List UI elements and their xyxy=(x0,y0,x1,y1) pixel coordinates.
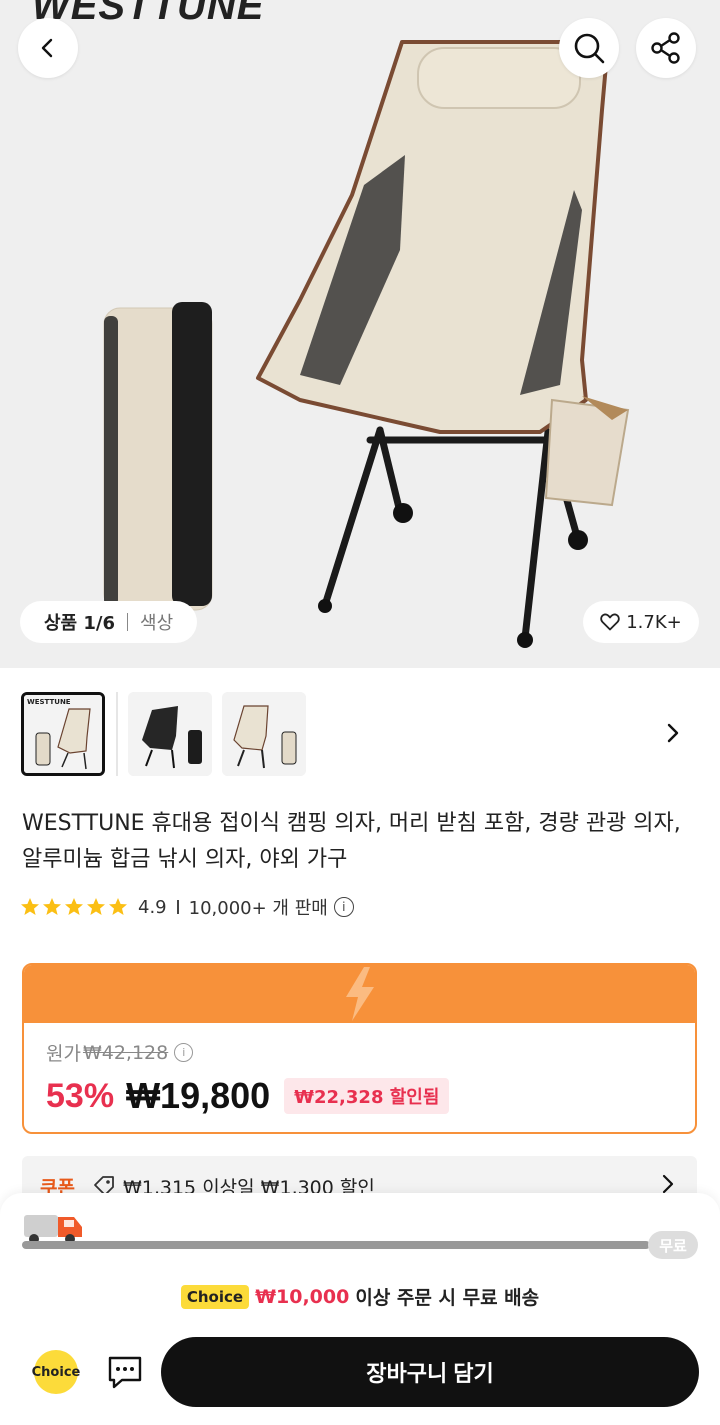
chat-button[interactable] xyxy=(103,1350,147,1394)
back-button[interactable] xyxy=(18,18,78,78)
free-shipping-message: Choice ₩10,000 이상 주문 시 무료 배송 xyxy=(0,1283,720,1310)
price-card: 원가 ₩42,128 i 53% ₩19,800 ₩22,328 할인됨 xyxy=(22,963,697,1134)
original-price: ₩42,128 xyxy=(82,1041,169,1064)
thumbnail-image: WESTTUNE xyxy=(24,695,102,773)
star-icon xyxy=(21,898,39,915)
bottom-sheet: 무료 Choice ₩10,000 이상 주문 시 무료 배송 Choice 장… xyxy=(0,1193,720,1425)
image-counter: 상품 1/6 색상 xyxy=(20,601,198,643)
thumb-brand: WESTTUNE xyxy=(27,698,71,706)
thumbnail-strip: WESTTUNE xyxy=(0,668,720,792)
wishlist-count: 1.7K+ xyxy=(626,611,682,633)
thumbnail-image xyxy=(222,692,306,776)
shipping-message-text: 이상 주문 시 무료 배송 xyxy=(355,1287,540,1309)
original-price-row: 원가 ₩42,128 i xyxy=(46,1039,194,1066)
search-icon xyxy=(574,33,605,64)
star-icon xyxy=(65,898,83,915)
heart-icon xyxy=(600,613,620,631)
sale-price: ₩19,800 xyxy=(126,1075,271,1116)
rating-value: 4.9 xyxy=(138,896,167,918)
product-image-gallery[interactable]: WESTTUNE 상품 1/6 색상 1.7K+ xyxy=(0,0,720,668)
thumbnail-next-button[interactable] xyxy=(658,718,688,748)
search-button[interactable] xyxy=(559,18,619,78)
discount-percent: 53% xyxy=(46,1076,115,1115)
free-shipping-badge: 무료 xyxy=(648,1231,698,1259)
choice-button[interactable]: Choice xyxy=(32,1350,80,1394)
shipping-threshold: ₩10,000 xyxy=(255,1285,350,1308)
chevron-right-icon xyxy=(662,1174,674,1194)
flash-deal-banner xyxy=(24,965,695,1023)
chat-icon xyxy=(108,1356,142,1389)
add-to-cart-button[interactable]: 장바구니 담기 xyxy=(161,1337,699,1407)
info-icon[interactable]: i xyxy=(174,1043,194,1062)
thumbnail-3[interactable] xyxy=(222,692,306,776)
product-page: WESTTUNE 상품 1/6 색상 1.7K+ WESTTUNE WESTTU… xyxy=(0,0,720,1425)
thumbnail-image xyxy=(128,692,212,776)
free-shipping-progress xyxy=(22,1241,650,1249)
thumbnail-2[interactable] xyxy=(128,692,212,776)
thumbnail-divider xyxy=(116,692,118,776)
wishlist-button[interactable]: 1.7K+ xyxy=(583,601,699,643)
thumbnail-1[interactable]: WESTTUNE xyxy=(21,692,105,776)
original-price-label: 원가 xyxy=(46,1043,81,1065)
sold-count: 10,000+ 개 판매 xyxy=(188,898,328,919)
share-button[interactable] xyxy=(636,18,696,78)
savings-badge: ₩22,328 할인됨 xyxy=(284,1078,450,1114)
rating-divider xyxy=(176,900,179,914)
star-icon xyxy=(43,898,61,915)
info-icon[interactable]: i xyxy=(333,897,354,917)
rating-stars xyxy=(20,897,128,917)
rating-row[interactable]: 4.9 10,000+ 개 판매 i xyxy=(20,892,354,922)
chevron-right-icon xyxy=(667,723,679,743)
star-icon xyxy=(87,898,105,915)
image-attribute: 색상 xyxy=(140,613,174,634)
counter-divider xyxy=(127,613,129,631)
product-main-image xyxy=(103,40,630,648)
chevron-left-icon xyxy=(41,38,53,58)
choice-tag: Choice xyxy=(180,1284,250,1309)
sale-price-row: 53% ₩19,800 ₩22,328 할인됨 xyxy=(46,1075,450,1117)
image-counter-text: 상품 1/6 xyxy=(44,613,116,634)
lightning-icon xyxy=(345,967,374,1021)
share-icon xyxy=(651,32,680,64)
star-icon xyxy=(109,898,127,915)
product-title: WESTTUNE 휴대용 접이식 캠핑 의자, 머리 받침 포함, 경량 관광 … xyxy=(22,811,681,872)
